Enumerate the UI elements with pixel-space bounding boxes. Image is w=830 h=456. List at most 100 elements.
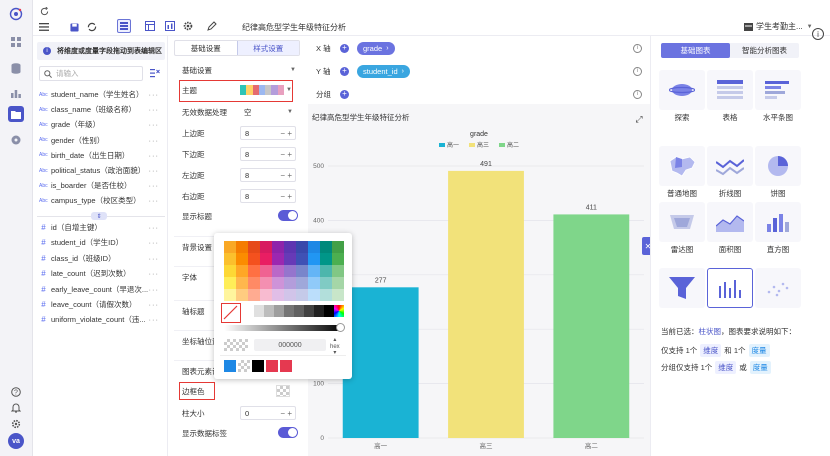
palette-swatch[interactable] (308, 241, 320, 253)
add-group-field-icon[interactable]: + (340, 89, 349, 99)
more-icon[interactable]: ··· (149, 269, 160, 278)
chart-type-tile[interactable] (755, 202, 801, 242)
chart-type-tile[interactable] (659, 146, 705, 186)
dimension-field-item[interactable]: Abc student_name（学生姓名） ··· (39, 87, 165, 102)
tab-smart-charts[interactable]: 智能分析图表 (730, 43, 799, 58)
gray-swatch[interactable] (284, 305, 294, 317)
palette-swatch[interactable] (284, 289, 296, 301)
dimension-field-item[interactable]: Abc is_boarder（是否住校） ··· (39, 178, 165, 193)
stepper-icon[interactable]: − + (280, 409, 292, 418)
palette-swatch[interactable] (308, 289, 320, 301)
show-data-label-toggle[interactable] (278, 427, 298, 438)
settings-gear-icon[interactable] (8, 416, 24, 432)
more-icon[interactable]: ··· (149, 196, 160, 205)
palette-swatch[interactable] (248, 241, 260, 253)
menu-icon[interactable] (37, 20, 51, 34)
gray-swatch[interactable] (294, 305, 304, 317)
nodata-select[interactable]: 空 ▼ (240, 105, 296, 119)
x-axis-info-icon[interactable]: i (633, 43, 642, 53)
palette-swatch[interactable] (272, 241, 284, 253)
recent-color-swatch[interactable] (224, 360, 236, 372)
measure-field-item[interactable]: # late_count（迟到次数） ··· (39, 266, 165, 281)
gray-swatch[interactable] (324, 305, 334, 317)
measure-field-item[interactable]: # class_id（班级ID） ··· (39, 251, 165, 266)
dimension-field-item[interactable]: Abc grade（年级） ··· (39, 117, 165, 132)
palette-swatch[interactable] (224, 253, 236, 265)
chart-type-tile[interactable] (707, 70, 753, 110)
field-search-input[interactable]: 请输入 (39, 66, 143, 81)
database-icon[interactable] (8, 60, 24, 76)
palette-swatch[interactable] (308, 277, 320, 289)
chart-type-tile[interactable] (755, 268, 801, 308)
measure-field-item[interactable]: # early_leave_count（早退次... ··· (39, 282, 165, 297)
dimension-field-item[interactable]: Abc gender（性别） ··· (39, 133, 165, 148)
palette-swatch[interactable] (284, 277, 296, 289)
more-icon[interactable]: ··· (149, 181, 160, 190)
more-icon[interactable]: ··· (149, 254, 160, 263)
table-view-icon[interactable] (143, 19, 157, 33)
palette-swatch[interactable] (260, 289, 272, 301)
x-field-chip[interactable]: grade › (357, 41, 395, 55)
chart-type-tile[interactable] (755, 70, 801, 110)
palette-swatch[interactable] (236, 241, 248, 253)
save-icon[interactable] (67, 20, 81, 34)
palette-swatch[interactable] (320, 277, 332, 289)
more-icon[interactable]: ··· (149, 105, 160, 114)
avatar[interactable]: va (8, 433, 24, 449)
add-y-field-icon[interactable]: + (340, 66, 349, 76)
splitter-handle-icon[interactable]: ⇕ (91, 212, 107, 220)
recent-color-swatch[interactable] (252, 360, 264, 372)
chart-view-icon[interactable] (163, 19, 177, 33)
gray-swatch[interactable] (244, 305, 254, 317)
margin-bottom-stepper[interactable]: 8 − + (240, 147, 296, 161)
gear-icon[interactable] (181, 19, 195, 33)
sort-filter-icon[interactable] (149, 67, 161, 79)
info-icon[interactable]: i (812, 28, 824, 40)
chart-type-tile[interactable] (659, 202, 705, 242)
hex-input[interactable]: 000000 (254, 339, 326, 351)
palette-swatch[interactable] (236, 265, 248, 277)
edit-icon[interactable] (205, 19, 219, 33)
sync-icon[interactable] (85, 20, 99, 34)
margin-right-stepper[interactable]: 8 − + (240, 189, 296, 203)
more-icon[interactable]: ··· (149, 285, 160, 294)
palette-swatch[interactable] (332, 241, 344, 253)
palette-swatch[interactable] (260, 241, 272, 253)
more-icon[interactable]: ··· (149, 120, 160, 129)
palette-swatch[interactable] (224, 241, 236, 253)
palette-swatch[interactable] (332, 277, 344, 289)
grid-icon[interactable] (8, 34, 24, 50)
gray-swatch[interactable] (314, 305, 324, 317)
folder-icon[interactable] (8, 106, 24, 122)
palette-swatch[interactable] (296, 277, 308, 289)
show-title-toggle[interactable] (278, 210, 298, 221)
palette-swatch[interactable] (236, 277, 248, 289)
palette-swatch[interactable] (272, 289, 284, 301)
more-icon[interactable]: ··· (149, 315, 160, 324)
palette-swatch[interactable] (284, 253, 296, 265)
margin-left-stepper[interactable]: 8 − + (240, 168, 296, 182)
color-mode-toggle[interactable]: ▴ hex ▾ (330, 337, 340, 357)
dimension-field-item[interactable]: Abc class_name（班级名称） ··· (39, 102, 165, 117)
compass-icon[interactable] (8, 132, 24, 148)
palette-swatch[interactable] (248, 289, 260, 301)
dataset-selector[interactable]: 学生考勤主... ▼ (744, 21, 813, 32)
tab-basic-settings[interactable]: 基础设置 (175, 41, 237, 55)
add-x-field-icon[interactable]: + (340, 43, 349, 53)
help-icon[interactable]: ? (8, 384, 24, 400)
chart-type-tile[interactable] (707, 146, 753, 186)
fullscreen-icon[interactable]: ⤢ (634, 114, 644, 124)
dimension-field-item[interactable]: Abc political_status（政治面貌） ··· (39, 163, 165, 178)
palette-swatch[interactable] (248, 253, 260, 265)
group-info-icon[interactable]: i (633, 89, 642, 99)
palette-swatch[interactable] (260, 253, 272, 265)
palette-swatch[interactable] (224, 277, 236, 289)
recent-color-swatch[interactable] (266, 360, 278, 372)
palette-swatch[interactable] (248, 277, 260, 289)
palette-swatch[interactable] (320, 253, 332, 265)
gray-swatch[interactable] (274, 305, 284, 317)
palette-swatch[interactable] (260, 277, 272, 289)
palette-swatch[interactable] (260, 265, 272, 277)
y-field-chip[interactable]: student_id › (357, 64, 410, 78)
palette-swatch[interactable] (296, 241, 308, 253)
